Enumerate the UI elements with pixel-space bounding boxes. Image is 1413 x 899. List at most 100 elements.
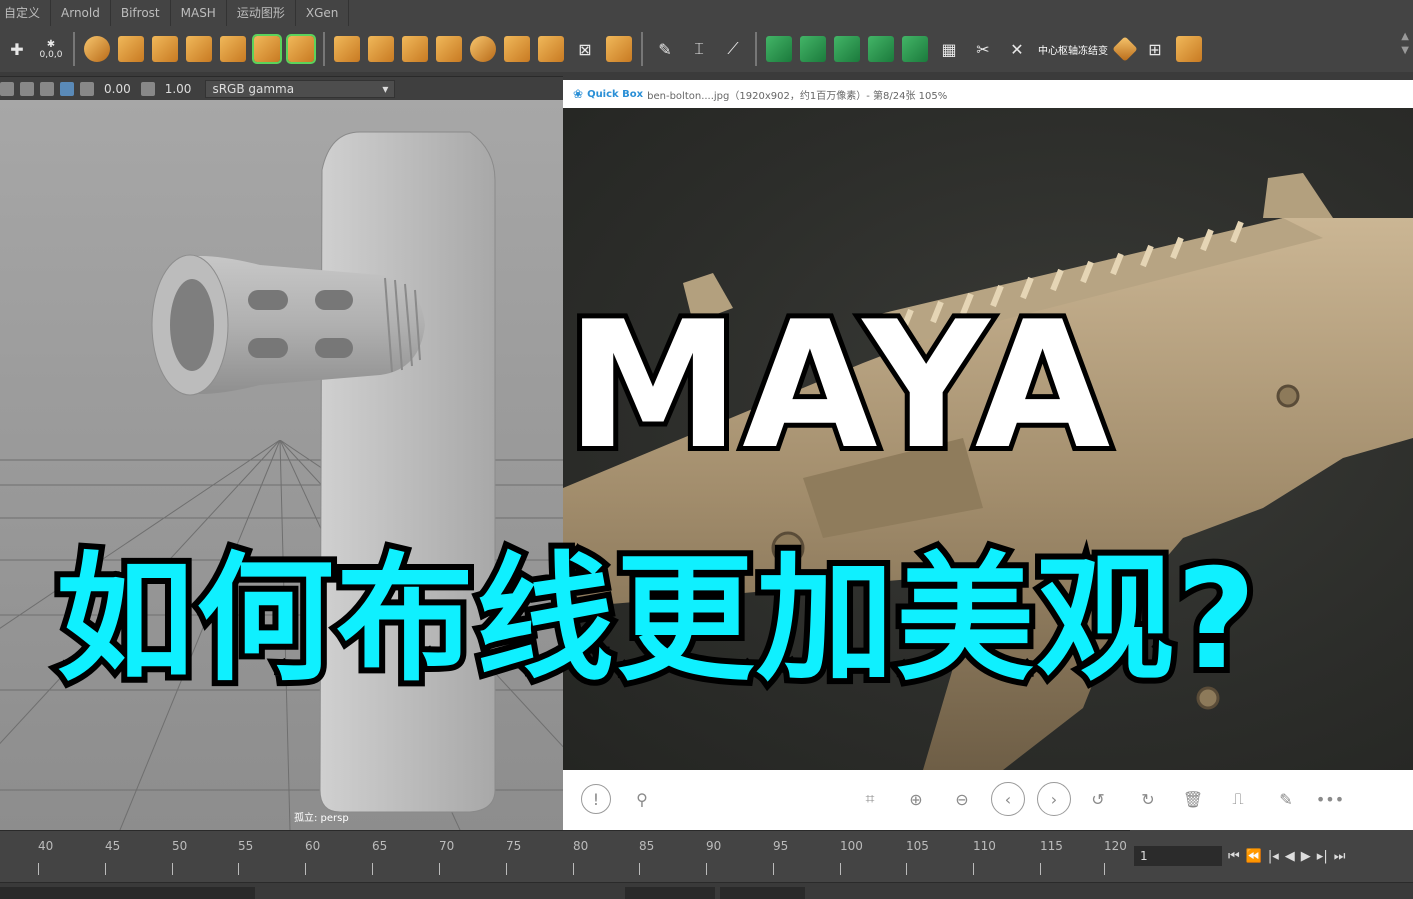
coordinates-icon[interactable]: ✱ 0,0,0 — [38, 36, 64, 62]
loop-icon[interactable] — [902, 36, 928, 62]
mirror-boolean-icon[interactable] — [286, 34, 316, 64]
select-edge-icon[interactable] — [834, 36, 860, 62]
pivot-freeze-button[interactable]: 中心枢轴冻结变 — [1038, 42, 1108, 57]
extrude-icon[interactable] — [334, 36, 360, 62]
current-frame-field[interactable]: 1 — [1134, 846, 1222, 866]
shelf-toolbar: ✚ ✱ 0,0,0 ⊠ ✎ ⌶ ⟋ ▦ ✂ ✕ 中心枢轴冻结变 ⊞ — [0, 26, 1413, 72]
timeline-tick — [573, 863, 574, 875]
shelf-tab-mash[interactable]: MASH — [171, 0, 227, 26]
select-vertex-icon[interactable] — [868, 36, 894, 62]
timeline[interactable]: 40 45 50 55 60 65 70 75 80 85 90 95 100 … — [0, 830, 1130, 883]
more-options-icon[interactable]: ••• — [1315, 784, 1345, 814]
timeline-tick — [706, 863, 707, 875]
shelf-separator — [755, 32, 757, 66]
3d-model-muzzle-brake — [151, 131, 496, 813]
grid-blocks-icon[interactable] — [186, 36, 212, 62]
end-frame-field[interactable] — [720, 887, 805, 899]
location-pin-icon[interactable]: ⚲ — [627, 784, 657, 814]
start-frame-field[interactable] — [625, 887, 715, 899]
separate-icon[interactable] — [152, 36, 178, 62]
shelf-tab-motion-graphics[interactable]: 运动图形 — [227, 0, 296, 26]
render-icon[interactable] — [1176, 36, 1202, 62]
zoom-out-icon[interactable]: ⊖ — [947, 784, 977, 814]
select-face-icon[interactable] — [800, 36, 826, 62]
viewer-app-name: Quick Box — [587, 88, 644, 100]
pencil-icon[interactable]: ✎ — [652, 36, 678, 62]
range-slider[interactable] — [0, 887, 255, 899]
shelf-tab-custom[interactable]: 自定义 — [0, 0, 52, 26]
shelf-tab-bar: 自定义 Arnold Bifrost MASH 运动图形 XGen — [0, 0, 1413, 27]
timeline-tick-label: 85 — [639, 839, 655, 853]
diamond-icon[interactable] — [1112, 36, 1138, 62]
shelf-tab-bifrost[interactable]: Bifrost — [111, 0, 171, 26]
step-back-key-icon[interactable]: ⏪ — [1246, 849, 1262, 864]
gamma-icon[interactable] — [140, 82, 155, 96]
crop-icon[interactable]: ⎍ — [1223, 784, 1253, 814]
shelf-tab-arnold[interactable]: Arnold — [51, 0, 111, 26]
bevel-icon[interactable] — [504, 36, 530, 62]
image-plane-icon[interactable] — [20, 82, 34, 96]
delete-icon[interactable]: 🗑 — [1178, 784, 1208, 814]
rotate-right-icon[interactable]: ↻ — [1133, 784, 1163, 814]
grid-icon[interactable] — [60, 82, 74, 96]
go-to-end-icon[interactable]: ⏭ — [1334, 849, 1346, 864]
gamma-value[interactable]: 1.00 — [161, 82, 196, 96]
transform-icon[interactable] — [606, 36, 632, 62]
cross-icon[interactable]: ✕ — [1004, 36, 1030, 62]
rotate-left-icon[interactable]: ↺ — [1083, 784, 1113, 814]
timeline-tick-label: 55 — [238, 839, 254, 853]
sphere-layer-icon[interactable] — [84, 36, 110, 62]
timeline-tick — [172, 863, 173, 875]
cube-icon[interactable] — [402, 36, 428, 62]
step-forward-frame-icon[interactable]: ▸| — [1317, 849, 1328, 864]
snap-icon[interactable]: ✚ — [4, 36, 30, 62]
exposure-icon[interactable] — [80, 82, 94, 96]
shelf-separator — [641, 32, 643, 66]
rotate-boolean-icon[interactable] — [252, 34, 282, 64]
wireframe-icon[interactable] — [40, 82, 54, 96]
stairs-icon[interactable] — [220, 36, 246, 62]
timeline-tick — [238, 863, 239, 875]
play-forward-icon[interactable]: ▶ — [1301, 849, 1311, 864]
exposure-value[interactable]: 0.00 — [100, 82, 135, 96]
layers-icon[interactable] — [538, 36, 564, 62]
shelf-scroll-arrows[interactable]: ▲ ▼ — [1401, 30, 1409, 58]
viewer-titlebar: ❀ Quick Box ben-bolton....jpg（1920x902，约… — [563, 80, 1413, 108]
timeline-tick-label: 120 — [1104, 839, 1127, 853]
select-object-icon[interactable] — [766, 36, 792, 62]
info-button[interactable]: ! — [581, 784, 611, 814]
previous-image-button[interactable]: ‹ — [991, 782, 1025, 816]
timeline-tick — [372, 863, 373, 875]
shelf-tab-xgen[interactable]: XGen — [296, 0, 350, 26]
next-image-button[interactable]: › — [1037, 782, 1071, 816]
play-backward-icon[interactable]: ◀ — [1285, 849, 1295, 864]
timeline-tick-label: 40 — [38, 839, 54, 853]
blocks-icon[interactable] — [436, 36, 462, 62]
stack-icon[interactable] — [368, 36, 394, 62]
range-slider-bar[interactable] — [0, 882, 1413, 899]
timeline-tick-label: 60 — [305, 839, 321, 853]
multi-cut-icon[interactable]: ⟋ — [720, 36, 746, 62]
timeline-tick-label: 105 — [906, 839, 929, 853]
timeline-tick — [973, 863, 974, 875]
go-to-start-icon[interactable]: ⏮ — [1228, 849, 1240, 864]
timeline-tick — [105, 863, 106, 875]
viewer-file-title: ben-bolton....jpg（1920x902，约1百万像素）- 第8/2… — [647, 90, 948, 102]
bounding-box-icon[interactable]: ⊠ — [572, 36, 598, 62]
scissors-icon[interactable]: ✂ — [970, 36, 996, 62]
combine-icon[interactable] — [118, 36, 144, 62]
insert-edge-loop-icon[interactable]: ⌶ — [686, 36, 712, 62]
sphere-icon[interactable] — [470, 36, 496, 62]
playback-controls: 1 ⏮ ⏪ |◂ ◀ ▶ ▸| ⏭ — [1130, 830, 1413, 882]
color-space-dropdown[interactable]: sRGB gamma ▾ — [205, 80, 396, 98]
quickbox-logo-icon: ❀ — [573, 87, 584, 101]
camera-attributes-icon[interactable] — [0, 82, 14, 96]
zoom-in-icon[interactable]: ⊕ — [901, 784, 931, 814]
edit-icon[interactable]: ✎ — [1271, 784, 1301, 814]
step-back-frame-icon[interactable]: |◂ — [1268, 849, 1279, 864]
checker-icon[interactable]: ▦ — [936, 36, 962, 62]
timeline-tick — [1040, 863, 1041, 875]
fit-window-icon[interactable]: ⌗ — [855, 784, 885, 814]
uv-grid-icon[interactable]: ⊞ — [1142, 36, 1168, 62]
maya-viewport[interactable]: 孤立: persp — [0, 100, 563, 830]
